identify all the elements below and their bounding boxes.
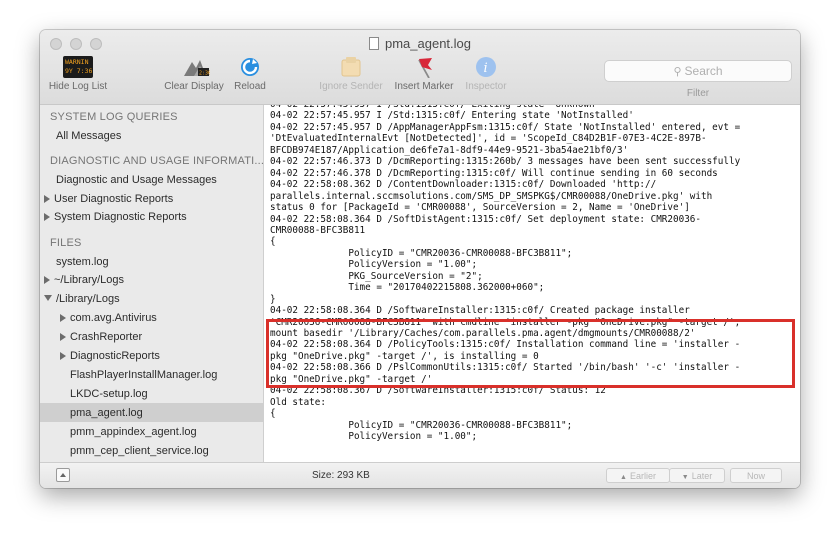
sidebar-item-pmm-cep-client-service-log[interactable]: pmm_cep_client_service.log bbox=[70, 445, 263, 457]
log-line: status 0 for [PackageId = 'CMR00088', So… bbox=[270, 202, 690, 214]
ignore-sender-icon bbox=[337, 56, 365, 78]
sidebar-item-diagnostic-reports[interactable]: DiagnosticReports bbox=[60, 350, 263, 362]
console-window: pma_agent.log WARNIN 9Y 7:36 Hide Log Li… bbox=[40, 30, 800, 488]
window-title: pma_agent.log bbox=[40, 36, 800, 51]
show-bottom-pane-icon[interactable] bbox=[56, 468, 70, 482]
disclosure-triangle-icon[interactable] bbox=[44, 213, 50, 221]
warning-log-icon: WARNIN 9Y 7:36 bbox=[63, 56, 93, 78]
log-line: Time = "20170402215808.362000+060"; bbox=[270, 282, 545, 294]
log-line: 'DtEvaluatedInternalEvt [NotDetected]', … bbox=[270, 133, 707, 145]
clear-display-icon: 2:36 bbox=[180, 56, 211, 78]
document-icon bbox=[368, 37, 379, 50]
log-line: 04-02 22:57:45.957 I /Std:1315:c0f/ Exit… bbox=[270, 105, 600, 110]
filter-label: Filter bbox=[686, 88, 710, 99]
reload-icon bbox=[236, 56, 264, 78]
highlight-annotation-box bbox=[266, 319, 795, 388]
log-line: parallels.internal.sccmsolutions.com/SMS… bbox=[270, 190, 713, 202]
sidebar-item-user-diagnostic-reports[interactable]: User Diagnostic Reports bbox=[44, 193, 263, 205]
section-files: FILES bbox=[50, 237, 82, 249]
disclosure-triangle-icon[interactable] bbox=[60, 314, 66, 322]
log-line: PolicyID = "CMR20036-CMR00088-BFC3B811"; bbox=[270, 247, 573, 259]
log-line: { bbox=[270, 408, 276, 420]
disclosure-triangle-icon[interactable] bbox=[44, 276, 50, 284]
log-line: PolicyVersion = "1.00"; bbox=[270, 259, 478, 271]
log-line: 04-02 22:57:45.957 D /AppManagerAppFsm:1… bbox=[270, 121, 741, 133]
log-line: 04-02 22:58:08.362 D /ContentDownloader:… bbox=[270, 179, 657, 191]
later-button[interactable]: ▼ Later bbox=[669, 468, 725, 483]
disclosure-triangle-icon[interactable] bbox=[44, 195, 50, 203]
flag-marker-icon bbox=[410, 56, 438, 79]
log-line: 04-02 22:58:08.364 D /SoftwareInstaller:… bbox=[270, 305, 690, 317]
log-line: BFCDB974E187/Application_de6fe7a1-8df9-4… bbox=[270, 144, 629, 156]
log-list-sidebar: SYSTEM LOG QUERIES All Messages DIAGNOST… bbox=[40, 105, 264, 462]
sidebar-item-pma-agent-log[interactable]: pma_agent.log bbox=[40, 403, 263, 422]
log-content-view[interactable]: 04-02 22:57:45.957 I /Std:1315:c0f/ Exit… bbox=[264, 105, 800, 462]
log-line: 04-02 22:57:46.373 D /DcmReporting:1315:… bbox=[270, 156, 741, 168]
disclosure-triangle-icon[interactable] bbox=[60, 352, 66, 360]
inspector-button[interactable]: i Inspector bbox=[460, 56, 512, 92]
sidebar-item-user-library-logs[interactable]: ~/Library/Logs bbox=[44, 274, 263, 286]
log-line: 04-02 22:57:45.957 I /Std:1315:c0f/ Ente… bbox=[270, 110, 634, 122]
log-line: 04-02 22:58:08.364 D /SoftDistAgent:1315… bbox=[270, 213, 701, 225]
clear-display-button[interactable]: 2:36 Clear Display bbox=[158, 56, 230, 92]
now-button[interactable]: Now bbox=[730, 468, 782, 483]
search-icon: ⚲ bbox=[673, 66, 682, 78]
sidebar-item-diagnostic-usage-messages[interactable]: Diagnostic and Usage Messages bbox=[56, 174, 263, 186]
status-bar: Size: 293 KB ▲ Earlier ▼ Later Now bbox=[40, 462, 800, 488]
search-field[interactable]: ⚲ Search bbox=[604, 60, 792, 82]
log-line: 04-02 22:57:46.378 D /DcmReporting:1315:… bbox=[270, 167, 718, 179]
earlier-button[interactable]: ▲ Earlier bbox=[606, 468, 670, 483]
sidebar-item-com-avg-antivirus[interactable]: com.avg.Antivirus bbox=[60, 312, 263, 324]
svg-text:i: i bbox=[484, 61, 488, 76]
log-line: } bbox=[270, 293, 276, 305]
sidebar-item-lkdc-setup-log[interactable]: LKDC-setup.log bbox=[70, 388, 263, 400]
sidebar-item-flashplayer-log[interactable]: FlashPlayerInstallManager.log bbox=[70, 369, 263, 381]
log-line: PolicyID = "CMR20036-CMR00088-BFC3B811"; bbox=[270, 419, 573, 431]
sidebar-item-system-log[interactable]: system.log bbox=[56, 256, 263, 268]
section-system-log-queries: SYSTEM LOG QUERIES bbox=[50, 111, 178, 123]
disclosure-triangle-icon[interactable] bbox=[60, 333, 66, 341]
triangle-up-icon: ▲ bbox=[620, 474, 627, 481]
log-line: PolicyVersion = "1.00"; bbox=[270, 431, 478, 443]
triangle-down-icon: ▼ bbox=[681, 474, 689, 481]
disclosure-triangle-expanded-icon[interactable] bbox=[44, 295, 52, 301]
sidebar-item-system-diagnostic-reports[interactable]: System Diagnostic Reports bbox=[44, 211, 263, 223]
title-bar: pma_agent.log WARNIN 9Y 7:36 Hide Log Li… bbox=[40, 30, 800, 105]
svg-text:2:36: 2:36 bbox=[199, 71, 210, 77]
ignore-sender-button[interactable]: Ignore Sender bbox=[316, 56, 386, 92]
info-icon: i bbox=[472, 56, 500, 78]
insert-marker-button[interactable]: Insert Marker bbox=[388, 56, 460, 92]
log-line: PKG_SourceVersion = "2"; bbox=[270, 270, 483, 282]
sidebar-item-pmm-appindex-agent-log[interactable]: pmm_appindex_agent.log bbox=[70, 426, 263, 438]
log-line: Old state: bbox=[270, 396, 326, 408]
file-size-label: Size: 293 KB bbox=[312, 470, 370, 481]
log-line: CMR00088-BFC3B811 bbox=[270, 224, 366, 236]
sidebar-item-library-logs[interactable]: /Library/Logs bbox=[44, 293, 263, 305]
section-diagnostic-usage: DIAGNOSTIC AND USAGE INFORMATI... bbox=[50, 155, 264, 167]
sidebar-item-crash-reporter[interactable]: CrashReporter bbox=[60, 331, 263, 343]
sidebar-item-all-messages[interactable]: All Messages bbox=[56, 130, 263, 142]
hide-log-list-button[interactable]: WARNIN 9Y 7:36 Hide Log List bbox=[48, 56, 108, 92]
log-line: { bbox=[270, 236, 276, 248]
reload-button[interactable]: Reload bbox=[226, 56, 274, 92]
